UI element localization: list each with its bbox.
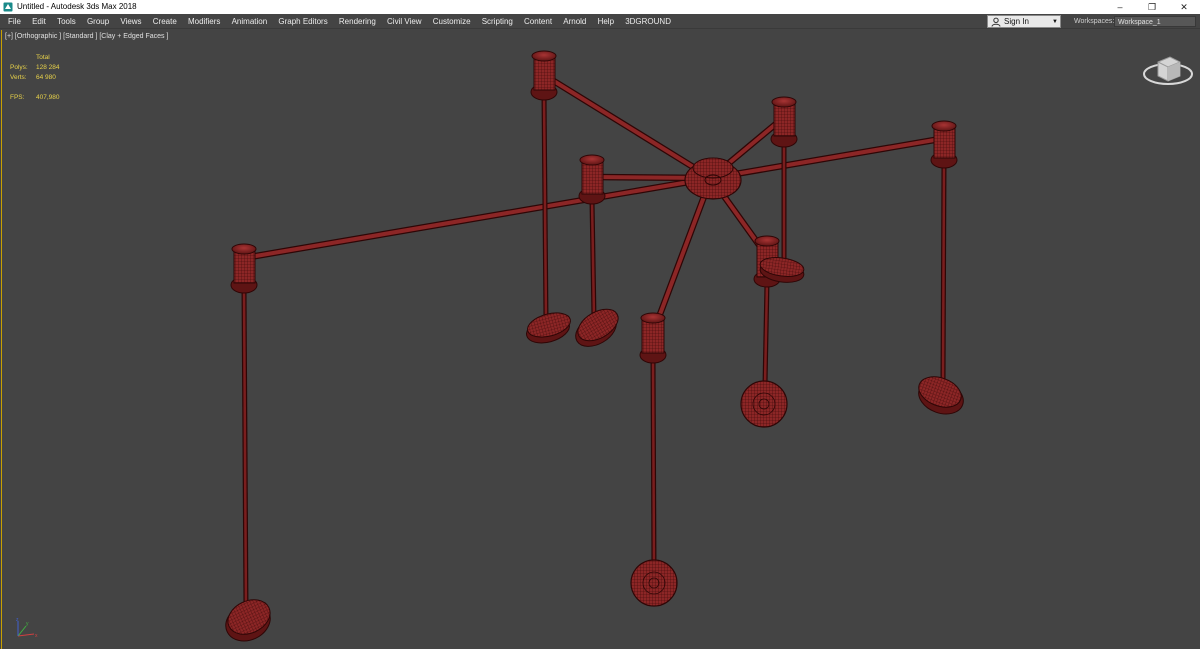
perspective-viewport[interactable]: [+] [Orthographic ] [Standard ] [Clay + … — [1, 30, 1199, 649]
close-button[interactable]: ✕ — [1168, 0, 1200, 14]
menu-arnold[interactable]: Arnold — [558, 14, 592, 29]
disc-front — [630, 559, 678, 607]
menu-customize[interactable]: Customize — [427, 14, 476, 29]
app-window: Untitled - Autodesk 3ds Max 2018 – ❐ ✕ F… — [0, 0, 1200, 649]
restore-button[interactable]: ❐ — [1136, 0, 1168, 14]
disc-inner-center — [575, 308, 619, 347]
socket-top-left — [530, 50, 558, 101]
scene-render[interactable] — [1, 30, 1199, 649]
sign-in-label: Sign In — [1004, 17, 1029, 26]
socket-top-right — [770, 96, 798, 148]
axis-tripod-icon: x y z — [16, 618, 38, 639]
menu-civil-view[interactable]: Civil View — [381, 14, 427, 29]
menu-edit[interactable]: Edit — [26, 14, 51, 29]
chevron-down-icon: ▼ — [1052, 18, 1058, 25]
menu-file[interactable]: File — [0, 14, 26, 29]
menu-help[interactable]: Help — [592, 14, 620, 29]
title-bar: Untitled - Autodesk 3ds Max 2018 – ❐ ✕ — [0, 0, 1200, 14]
menu-bar: File Edit Tools Group Views Create Modif… — [0, 14, 1200, 29]
axis-z-label: z — [16, 618, 19, 623]
menu-rendering[interactable]: Rendering — [333, 14, 381, 29]
menu-create[interactable]: Create — [147, 14, 182, 29]
axis-y-label: y — [26, 621, 29, 627]
socket-front — [639, 312, 667, 364]
disc-far-right — [918, 376, 964, 415]
menu-views[interactable]: Views — [115, 14, 147, 29]
menu-group[interactable]: Group — [81, 14, 114, 29]
polys-value: 128 284 — [36, 64, 60, 71]
polys-label: Polys: — [10, 64, 28, 71]
menu-animation[interactable]: Animation — [226, 14, 273, 29]
menu-3dground[interactable]: 3DGROUND — [620, 14, 677, 29]
statistics-overlay: Total Polys: 128 284 Verts: 64 980 FPS: 407… — [10, 53, 60, 103]
verts-value: 64 980 — [36, 74, 56, 81]
fps-value: 407,980 — [36, 94, 60, 101]
socket-far-right — [930, 120, 958, 169]
axis-x-label: x — [35, 633, 38, 639]
viewcube-icon[interactable] — [1142, 52, 1194, 88]
3dsmax-icon — [3, 2, 13, 12]
menu-modifiers[interactable]: Modifiers — [182, 14, 226, 29]
workspaces-label: Workspaces: — [1074, 18, 1115, 25]
user-icon — [991, 17, 1001, 27]
socket-far-left — [230, 243, 258, 294]
sign-in-dropdown[interactable]: Sign In ▼ — [987, 15, 1061, 28]
menu-content[interactable]: Content — [518, 14, 557, 29]
hub-arms — [540, 71, 787, 337]
disc-inner-left — [526, 312, 571, 344]
menu-graph-editors[interactable]: Graph Editors — [273, 14, 334, 29]
socket-center-left — [578, 154, 606, 205]
disc-mid-right — [740, 380, 788, 428]
minimize-button[interactable]: – — [1104, 0, 1136, 14]
window-title: Untitled - Autodesk 3ds Max 2018 — [17, 2, 137, 11]
stats-header: Total — [36, 54, 50, 61]
fps-label: FPS: — [10, 94, 25, 101]
menu-scripting[interactable]: Scripting — [476, 14, 518, 29]
workspace-select[interactable]: Workspace_1 — [1114, 16, 1196, 27]
verts-label: Verts: — [10, 74, 27, 81]
viewport-label-menu[interactable]: [+] [Orthographic ] [Standard ] [Clay + … — [5, 33, 168, 40]
disc-far-left — [225, 599, 271, 642]
menu-tools[interactable]: Tools — [51, 14, 81, 29]
